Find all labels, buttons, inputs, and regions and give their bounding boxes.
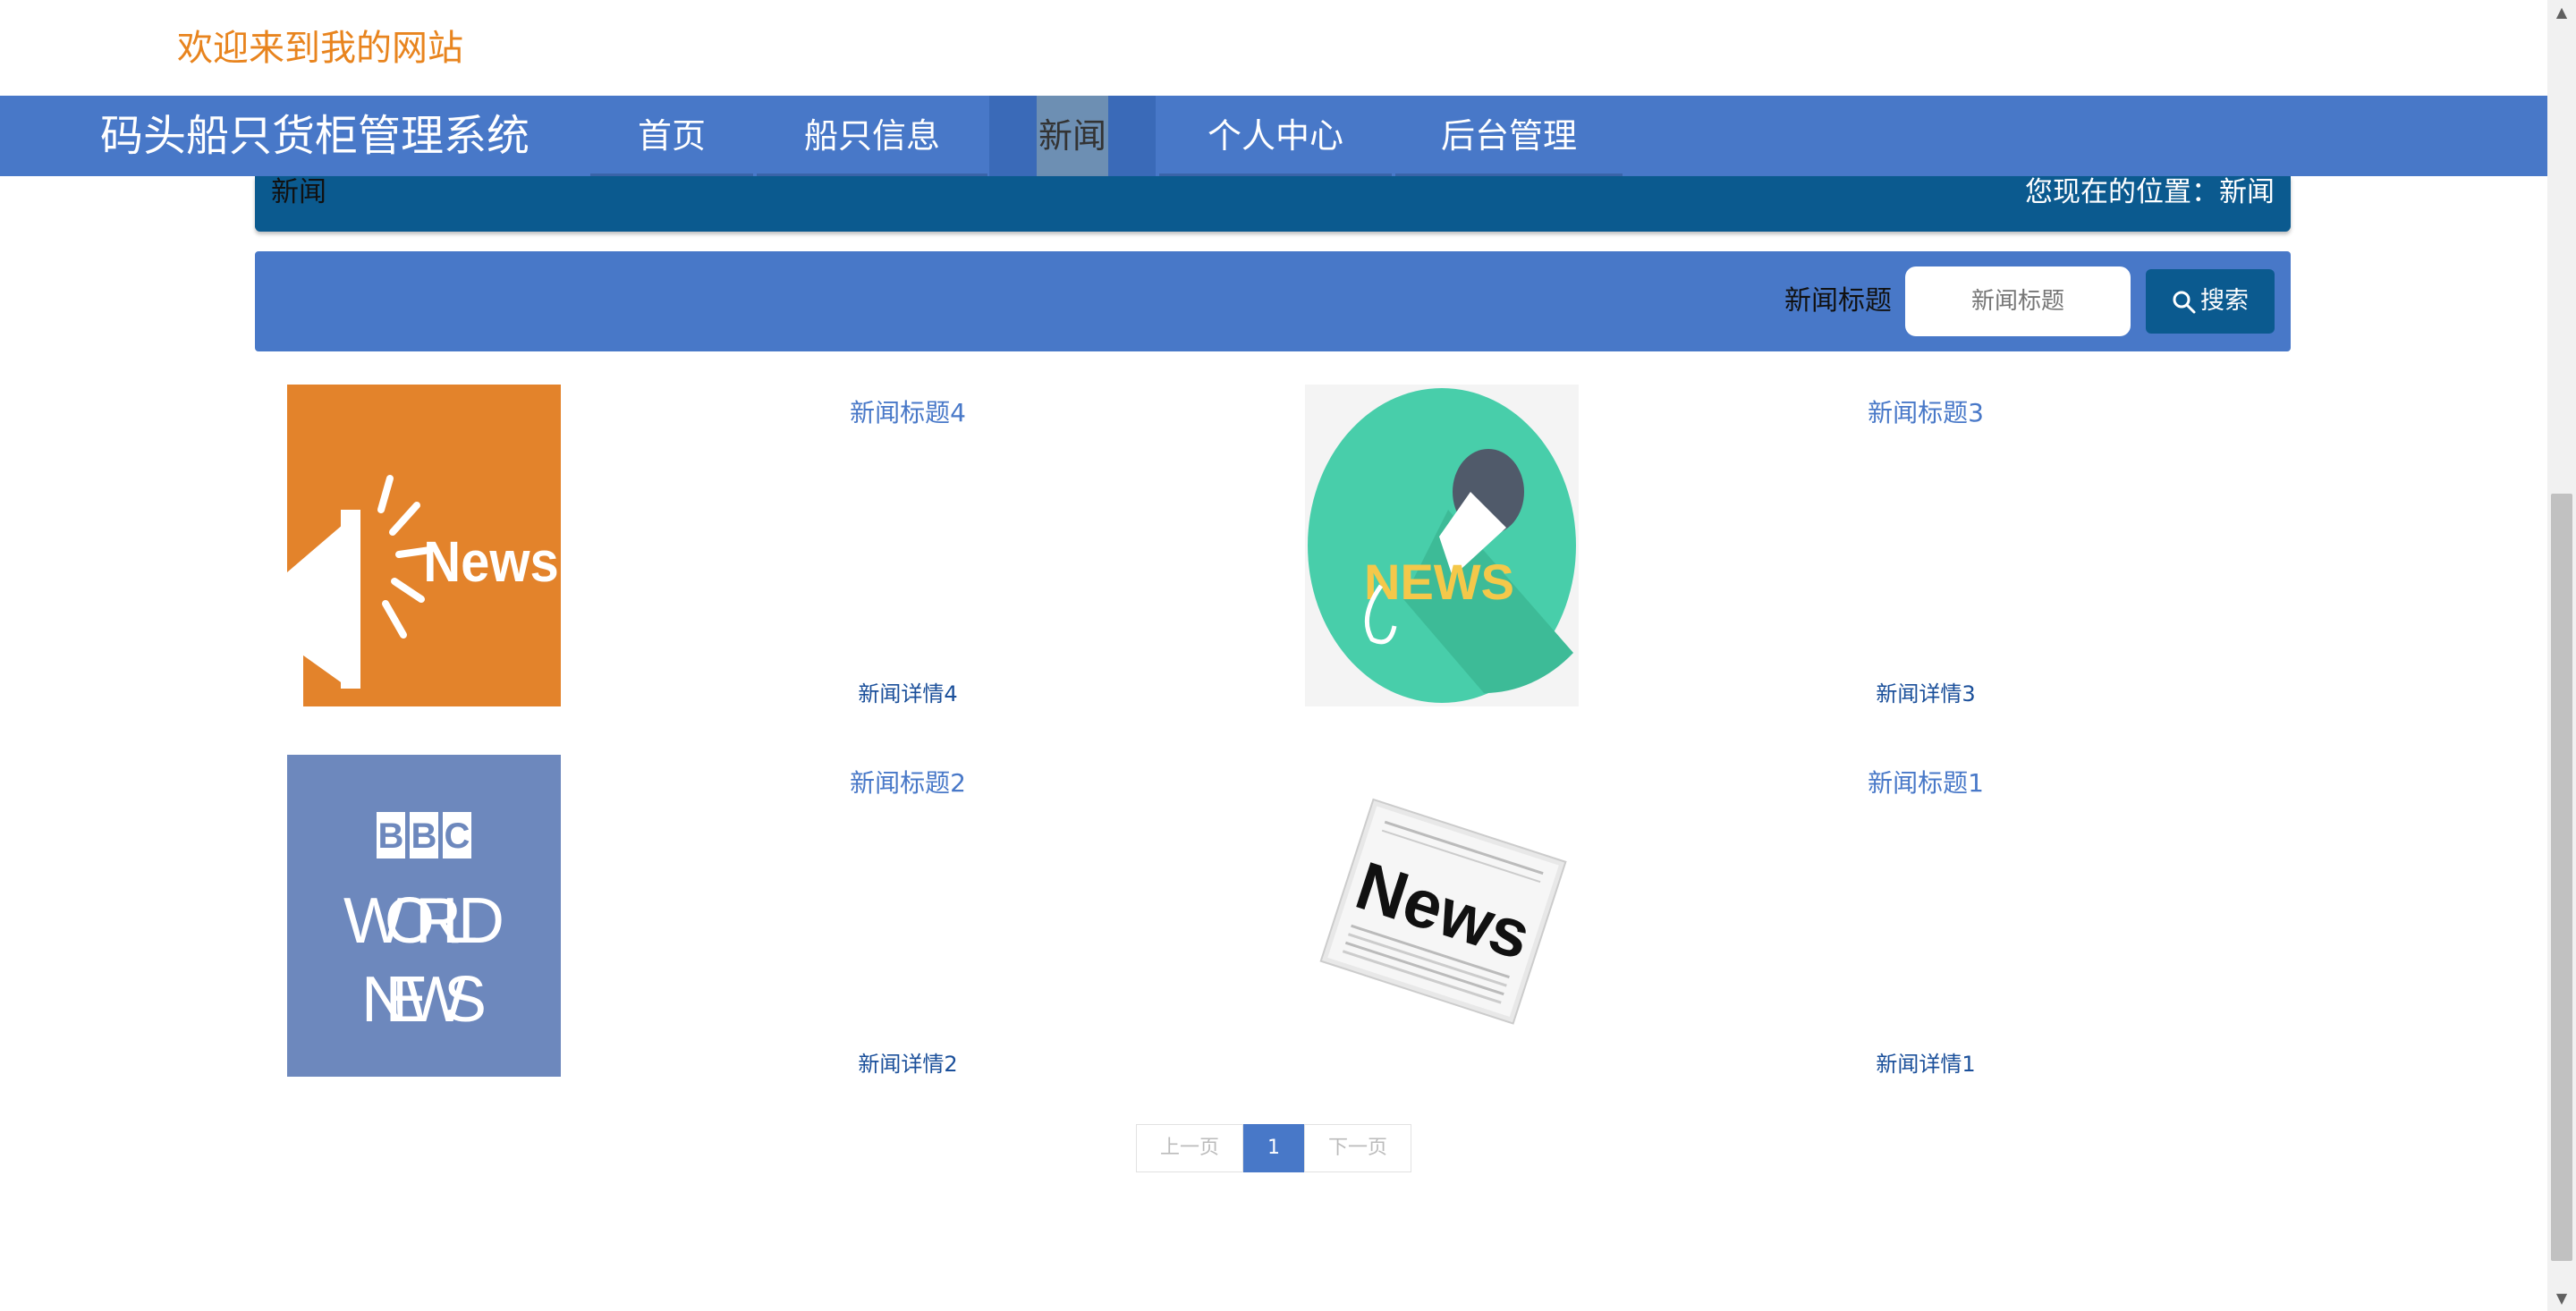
image-text: NEWS	[361, 964, 487, 1036]
nav-item-label: 后台管理	[1440, 116, 1577, 156]
megaphone-news-image: News	[287, 385, 561, 706]
bbc-world-news-image: B B C WORLD NEWS	[287, 755, 561, 1077]
news-image-bbc[interactable]: B B C WORLD NEWS	[287, 755, 561, 1077]
breadcrumb-bar: 新闻 您现在的位置：新闻	[255, 176, 2291, 232]
scroll-down-arrow-icon[interactable]: ▼	[2547, 1286, 2576, 1311]
welcome-text: 欢迎来到我的网站	[177, 28, 463, 69]
news-detail[interactable]: 新闻详情1	[1747, 1046, 2105, 1078]
news-title[interactable]: 新闻标题4	[729, 393, 1087, 429]
breadcrumb-location: 您现在的位置：新闻	[2025, 176, 2275, 208]
nav-item-label: 个人中心	[1207, 116, 1343, 156]
site-brand: 码头船只货柜管理系统	[100, 111, 530, 161]
image-text: WORLD	[343, 885, 504, 957]
scroll-up-arrow-icon[interactable]: ▲	[2547, 0, 2576, 25]
news-image-newspaper[interactable]: News	[1305, 755, 1579, 1077]
search-button-label: 搜索	[2200, 287, 2249, 315]
svg-text:C: C	[445, 816, 470, 856]
nav-item-admin[interactable]: 后台管理	[1395, 96, 1623, 176]
nav-item-label: 新闻	[1036, 96, 1108, 176]
page-number-current[interactable]: 1	[1243, 1124, 1304, 1172]
newspaper-image: News	[1305, 755, 1579, 1077]
news-detail[interactable]: 新闻详情4	[729, 676, 1087, 707]
nav-item-label: 首页	[637, 116, 706, 156]
search-input[interactable]	[1905, 266, 2131, 336]
microphone-news-image: NEWS	[1305, 385, 1579, 706]
news-image-microphone[interactable]: NEWS	[1305, 385, 1579, 706]
next-page-button[interactable]: 下一页	[1304, 1124, 1411, 1172]
search-label: 新闻标题	[1784, 285, 1892, 317]
pagination: 上一页 1 下一页	[1136, 1124, 1411, 1172]
scrollbar-thumb[interactable]	[2551, 494, 2572, 1261]
svg-text:B: B	[411, 816, 437, 856]
search-bar: 新闻标题 搜索	[255, 251, 2291, 351]
svg-text:B: B	[378, 816, 404, 856]
nav-item-home[interactable]: 首页	[590, 96, 753, 176]
search-button[interactable]: 搜索	[2146, 269, 2275, 334]
prev-page-button[interactable]: 上一页	[1136, 1124, 1243, 1172]
news-title[interactable]: 新闻标题3	[1747, 393, 2105, 429]
breadcrumb-section: 新闻	[271, 176, 326, 208]
main-navbar: 码头船只货柜管理系统 首页 船只信息 新闻 个人中心 后台管理	[0, 96, 2547, 176]
news-title[interactable]: 新闻标题1	[1747, 764, 2105, 799]
vertical-scrollbar[interactable]: ▲ ▼	[2547, 0, 2576, 1311]
news-image-megaphone[interactable]: News	[287, 385, 561, 706]
image-text: NEWS	[1364, 554, 1514, 610]
news-detail[interactable]: 新闻详情3	[1747, 676, 2105, 707]
search-icon	[2173, 291, 2196, 313]
nav-item-news[interactable]: 新闻	[989, 96, 1156, 176]
nav-item-ships[interactable]: 船只信息	[757, 96, 987, 176]
news-detail[interactable]: 新闻详情2	[729, 1046, 1087, 1078]
nav-item-profile[interactable]: 个人中心	[1159, 96, 1392, 176]
news-title[interactable]: 新闻标题2	[729, 764, 1087, 799]
image-text: News	[423, 529, 558, 593]
nav-item-label: 船只信息	[803, 116, 940, 156]
